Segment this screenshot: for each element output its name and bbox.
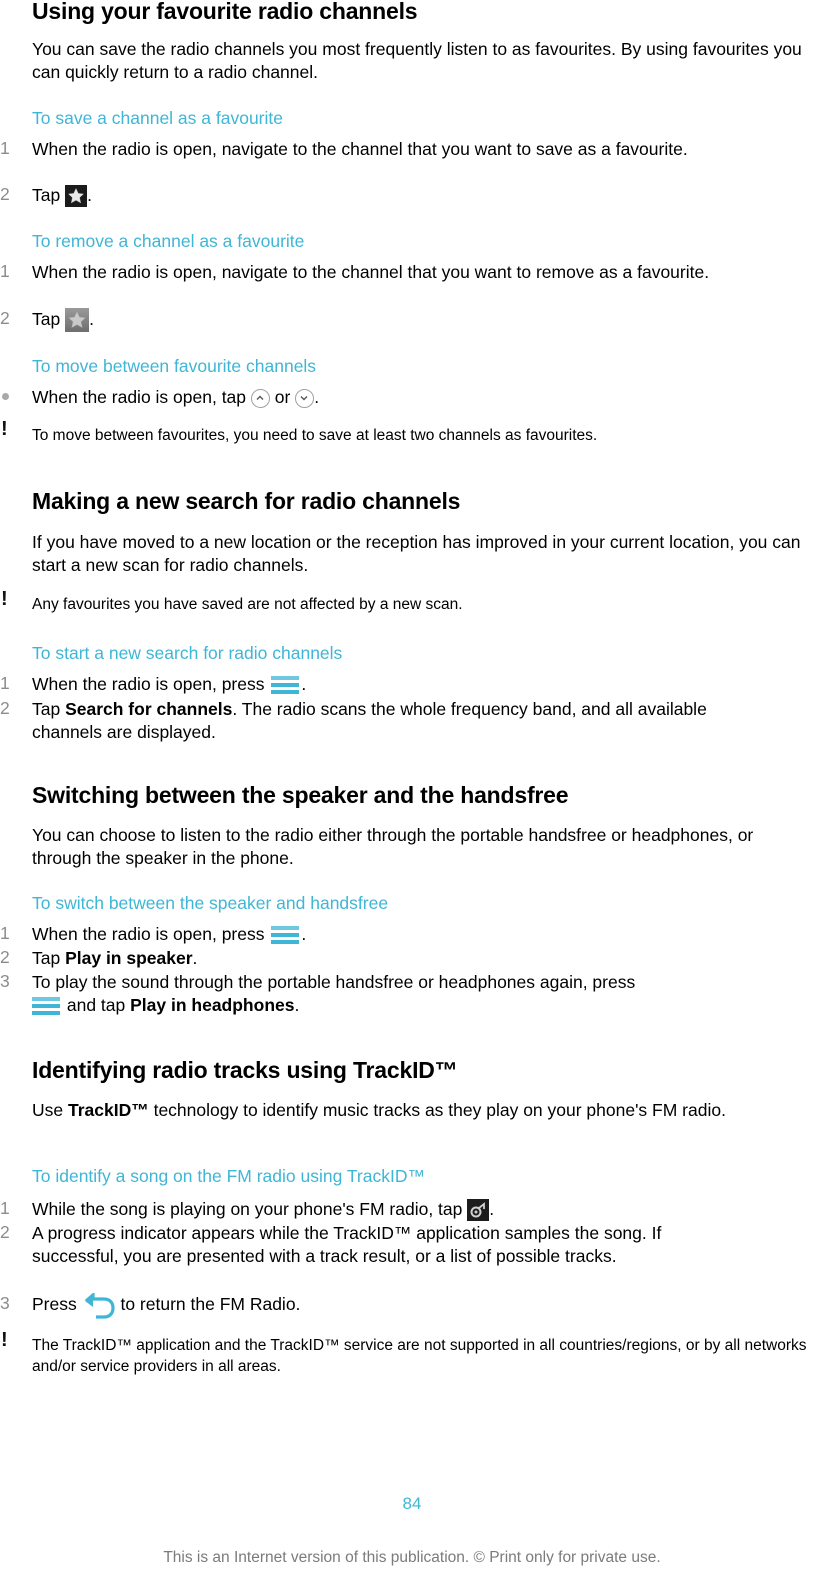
step-number: 1: [0, 138, 10, 158]
footer-notice: This is an Internet version of this publ…: [163, 1549, 661, 1566]
step-text: Tap Search for channels. The radio scans…: [32, 698, 752, 744]
note-search: Any favourites you have saved are not af…: [32, 596, 463, 613]
step-text-pre: Tap: [32, 948, 66, 968]
note-move-favourites: To move between favourites, you need to …: [32, 427, 598, 444]
section-title-favourites: Using your favourite radio channels: [32, 0, 418, 24]
step-text: While the song is playing on your phone'…: [32, 1198, 792, 1222]
bullet-text-mid: or: [269, 387, 296, 407]
step-text: To play the sound through the portable h…: [32, 971, 762, 1018]
step-text-mid: and tap: [62, 995, 131, 1015]
ui-label-play-in-headphones: Play in headphones: [130, 995, 295, 1015]
section-title-trackid: Identifying radio tracks using TrackID™: [32, 1057, 458, 1083]
star-grey-icon: [65, 308, 90, 333]
subheading-save-favourite: To save a channel as a favourite: [32, 108, 283, 128]
step-text-pre: Tap: [32, 699, 66, 719]
step-text-post: .: [301, 924, 307, 944]
step-number: 1: [0, 923, 10, 943]
note-trackid: The TrackID™ application and the TrackID…: [32, 1337, 807, 1375]
step-number: 3: [0, 1293, 10, 1313]
step-text: Tap .: [32, 308, 792, 333]
back-icon: [82, 1291, 116, 1319]
step-text-pre: When the radio is open, press: [32, 924, 270, 944]
bullet-text-post: .: [314, 387, 320, 407]
step-text-post: to return the FM Radio.: [115, 1294, 301, 1314]
bullet-text: When the radio is open, tap or .: [32, 386, 792, 409]
step-text-pre: Tap: [32, 309, 66, 329]
step-text-post: .: [87, 185, 92, 205]
step-number: 2: [0, 698, 10, 718]
intro-text-post: technology to identify music tracks as t…: [148, 1100, 726, 1120]
section-intro-speaker: You can choose to listen to the radio ei…: [32, 825, 754, 868]
step-text: When the radio is open, navigate to the …: [32, 139, 688, 159]
chevron-down-circle-icon: [295, 388, 315, 408]
step-text-post: .: [294, 995, 300, 1015]
step-text-post: .: [89, 309, 94, 329]
warning-icon: !: [1, 1329, 8, 1351]
section-intro-trackid: Use TrackID™ technology to identify musi…: [32, 1099, 817, 1122]
bullet-icon: [2, 393, 9, 400]
chevron-up-circle-icon: [250, 388, 270, 408]
step-text: Tap .: [32, 184, 792, 208]
step-number: 3: [0, 971, 10, 991]
menu-icon: [30, 994, 62, 1018]
subheading-start-search: To start a new search for radio channels: [32, 643, 343, 663]
menu-icon: [269, 673, 301, 697]
step-number: 1: [0, 1198, 10, 1218]
page-number: 84: [402, 1494, 422, 1513]
step-number: 2: [0, 1222, 10, 1242]
ui-label-search-for-channels: Search for channels: [65, 699, 233, 719]
trackid-icon: [467, 1199, 490, 1222]
subheading-move-favourites: To move between favourite channels: [32, 356, 317, 376]
section-title-speaker: Switching between the speaker and the ha…: [32, 782, 569, 808]
menu-icon: [269, 923, 301, 947]
step-number: 1: [0, 673, 10, 693]
step-number: 2: [0, 184, 10, 204]
step-text: Press to return the FM Radio.: [32, 1291, 792, 1319]
step-number: 2: [0, 947, 10, 967]
bullet-text-pre: When the radio is open, tap: [32, 387, 251, 407]
step-text-post: .: [301, 674, 307, 694]
step-text: When the radio is open, press .: [32, 923, 792, 947]
step-number: 1: [0, 261, 10, 281]
warning-icon: !: [1, 418, 8, 440]
step-text-pre: While the song is playing on your phone'…: [32, 1199, 468, 1219]
step-text: Tap Play in speaker.: [32, 947, 792, 970]
step-text-pre: Tap: [32, 185, 66, 205]
subheading-switch-speaker: To switch between the speaker and handsf…: [32, 893, 389, 913]
step-text: When the radio is open, navigate to the …: [32, 262, 710, 282]
step-text: A progress indicator appears while the T…: [32, 1223, 662, 1266]
section-title-search: Making a new search for radio channels: [32, 488, 461, 514]
step-text-post: .: [192, 948, 198, 968]
ui-label-trackid: TrackID™: [67, 1100, 149, 1120]
subheading-remove-favourite: To remove a channel as a favourite: [32, 231, 305, 251]
intro-text-pre: Use: [32, 1100, 68, 1120]
section-intro-search: If you have moved to a new location or t…: [32, 532, 801, 575]
step-text-pre: When the radio is open, press: [32, 674, 270, 694]
subheading-identify-song: To identify a song on the FM radio using…: [32, 1166, 425, 1186]
star-filled-icon: [65, 185, 88, 208]
step-number: 2: [0, 308, 10, 328]
step-text-pre: To play the sound through the portable h…: [32, 972, 636, 992]
warning-icon: !: [1, 588, 8, 610]
section-intro-favourites: You can save the radio channels you most…: [32, 39, 802, 82]
step-text: When the radio is open, press .: [32, 673, 792, 697]
step-text-pre: Press: [32, 1294, 82, 1314]
ui-label-play-in-speaker: Play in speaker: [65, 948, 193, 968]
step-text-post: .: [489, 1199, 495, 1219]
